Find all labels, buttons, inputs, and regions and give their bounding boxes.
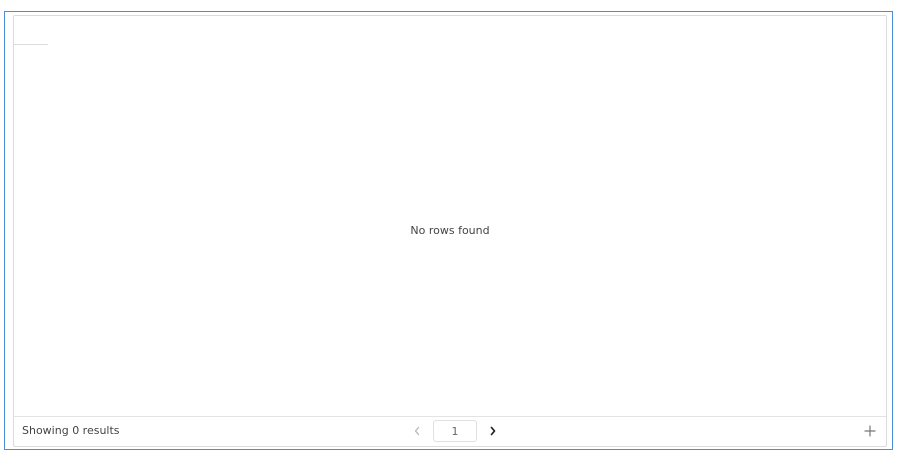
chevron-left-icon <box>414 426 420 436</box>
current-page-input[interactable]: 1 <box>433 420 477 442</box>
data-grid: No rows found Showing 0 results 1 <box>13 15 887 447</box>
empty-state-message: No rows found <box>410 224 490 237</box>
pagination: 1 <box>409 420 501 442</box>
previous-page-button[interactable] <box>409 420 425 442</box>
next-page-button[interactable] <box>485 420 501 442</box>
grid-body: No rows found <box>14 45 886 416</box>
chevron-right-icon <box>490 426 496 436</box>
add-row-button[interactable] <box>862 423 878 439</box>
grid-footer: Showing 0 results 1 <box>14 416 886 446</box>
plus-icon <box>864 425 876 437</box>
results-count: Showing 0 results <box>22 424 120 437</box>
grid-widget-frame: No rows found Showing 0 results 1 <box>4 11 893 450</box>
